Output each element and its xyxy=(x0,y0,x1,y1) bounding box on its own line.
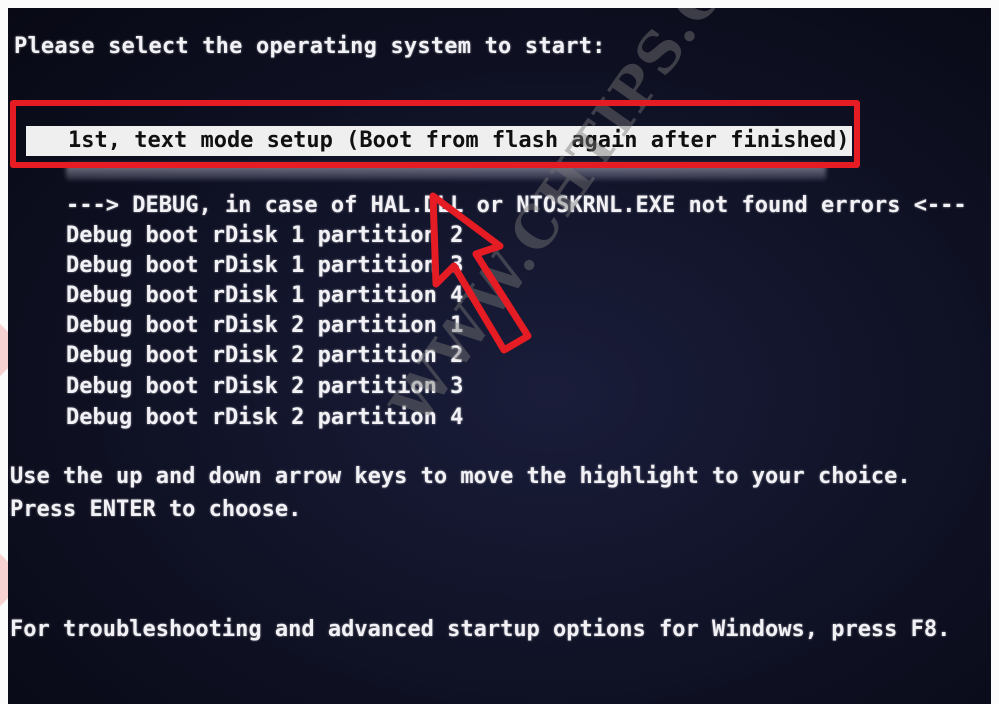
boot-menu-item[interactable]: Debug boot rDisk 1 partition 2 xyxy=(66,223,463,249)
boot-menu-item[interactable]: Debug boot rDisk 2 partition 1 xyxy=(66,313,463,339)
boot-prompt: Please select the operating system to st… xyxy=(14,34,606,59)
boot-menu-item[interactable]: Debug boot rDisk 1 partition 4 xyxy=(66,283,463,309)
highlight-callout-box xyxy=(10,100,860,168)
boot-screen: Please select the operating system to st… xyxy=(8,8,991,704)
arrow-pointer-icon xyxy=(429,192,532,354)
enter-hint: Press ENTER to choose. xyxy=(10,497,302,522)
troubleshooting-footer: For troubleshooting and advanced startup… xyxy=(10,617,951,642)
boot-menu-item[interactable]: Debug boot rDisk 1 partition 3 xyxy=(66,253,463,279)
navigation-hint: Use the up and down arrow keys to move t… xyxy=(10,464,911,489)
photo-frame: Please select the operating system to st… xyxy=(0,0,999,704)
